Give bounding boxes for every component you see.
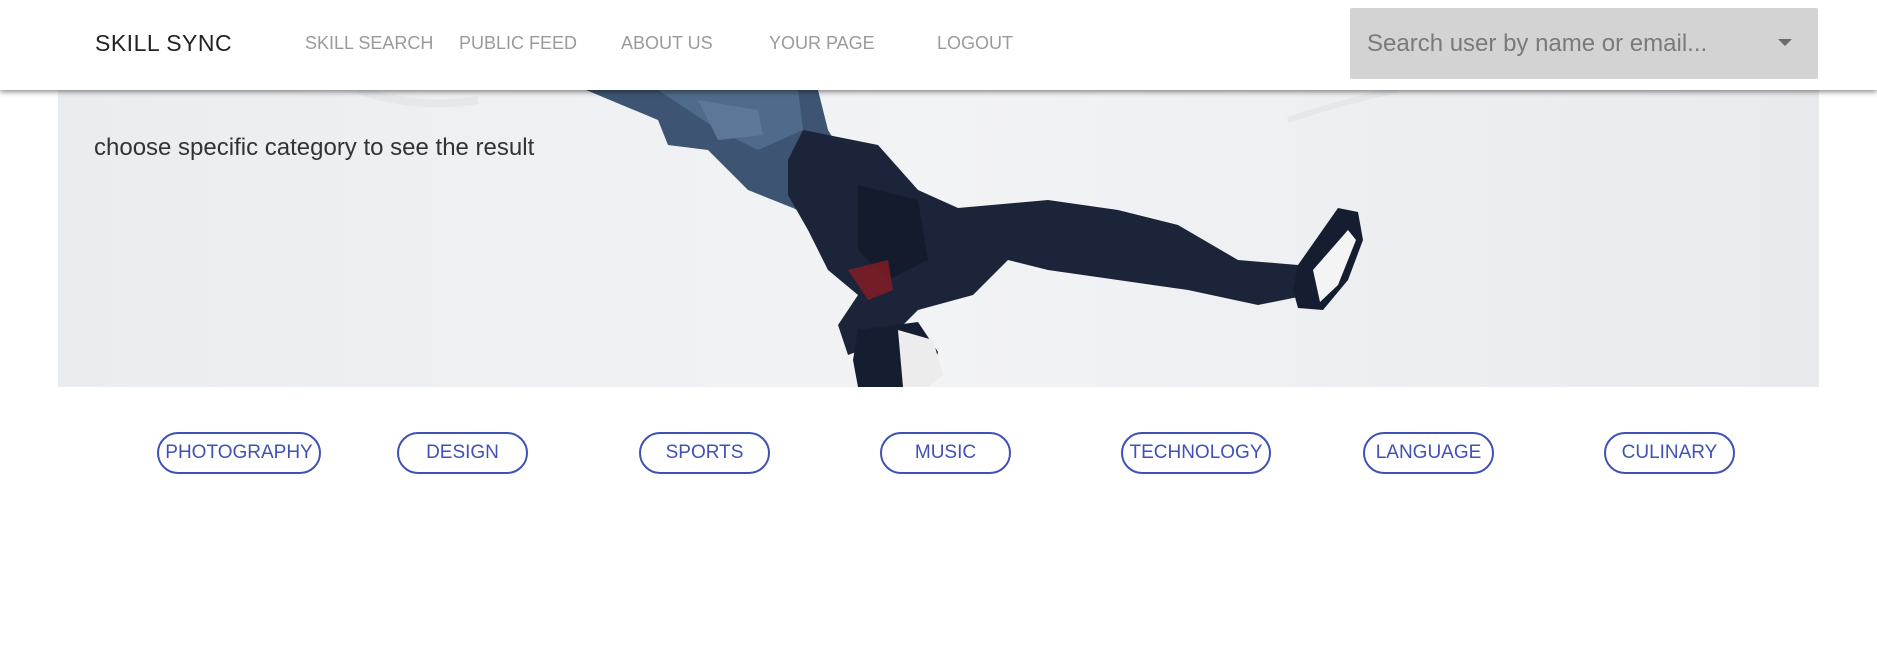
category-sports-button[interactable]: SPORTS (639, 432, 770, 474)
top-navbar: SKILL SYNC SKILL SEARCH PUBLIC FEED ABOU… (0, 0, 1877, 90)
nav-your-page[interactable]: YOUR PAGE (769, 33, 875, 54)
category-photography-button[interactable]: PHOTOGRAPHY (157, 432, 321, 474)
nav-skill-search[interactable]: SKILL SEARCH (305, 33, 433, 54)
hero-banner: choose specific category to see the resu… (58, 90, 1819, 387)
category-culinary-button[interactable]: CULINARY (1604, 432, 1735, 474)
hero-instruction-text: choose specific category to see the resu… (94, 134, 535, 161)
nav-logout[interactable]: LOGOUT (937, 33, 1013, 54)
user-search-input[interactable] (1350, 8, 1818, 79)
nav-about-us[interactable]: ABOUT US (621, 33, 713, 54)
category-design-button[interactable]: DESIGN (397, 432, 528, 474)
brand-logo[interactable]: SKILL SYNC (95, 30, 232, 57)
category-music-button[interactable]: MUSIC (880, 432, 1011, 474)
nav-public-feed[interactable]: PUBLIC FEED (459, 33, 577, 54)
chevron-down-icon[interactable] (1778, 39, 1792, 46)
category-technology-button[interactable]: TECHNOLOGY (1121, 432, 1271, 474)
category-language-button[interactable]: LANGUAGE (1363, 432, 1494, 474)
user-search-select[interactable] (1350, 8, 1818, 79)
